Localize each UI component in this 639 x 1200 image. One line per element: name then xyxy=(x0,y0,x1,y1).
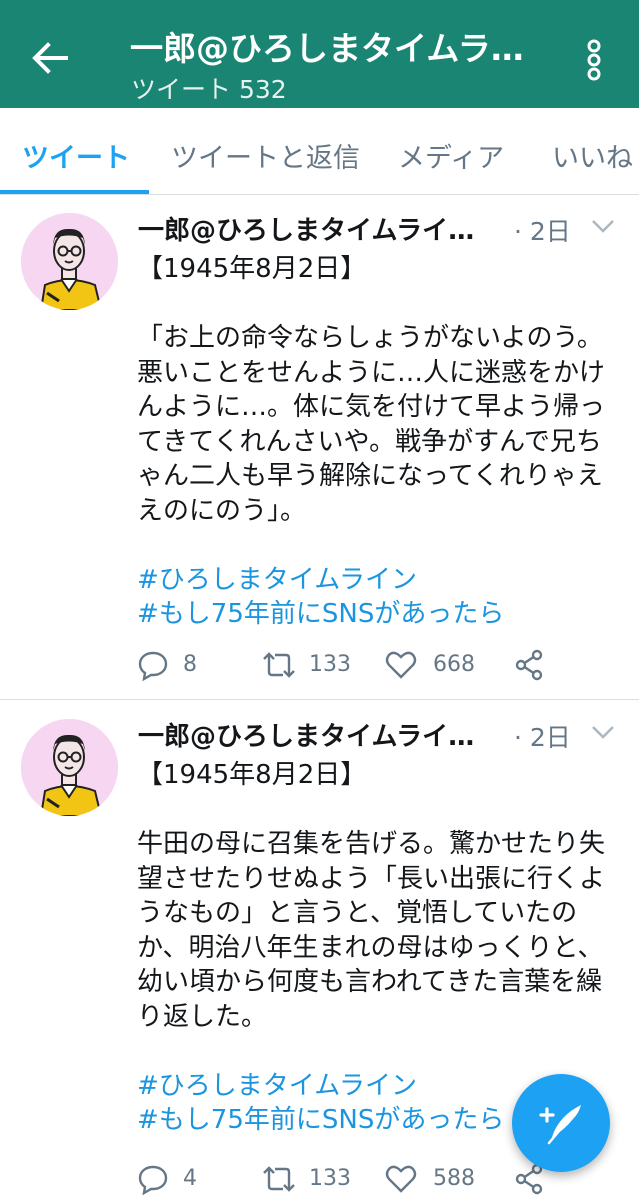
compose-tweet-button[interactable] xyxy=(512,1074,610,1172)
tab-tweets-and-replies[interactable]: ツイートと返信 xyxy=(171,136,360,175)
tweet-author[interactable]: 一郎@ひろしまタイムライン … xyxy=(138,716,488,753)
more-vertical-icon[interactable] xyxy=(578,38,610,82)
hashtag-link[interactable]: #もし75年前にSNSがあったら xyxy=(137,597,617,632)
profile-title: 一郎@ひろしまタイムラ… xyxy=(130,29,524,68)
share-icon xyxy=(515,649,543,681)
tweet-body: 【1945年8月2日】 「お上の命令ならしょうがないよのう。悪いことをせんように… xyxy=(137,252,617,632)
profile-tabs: ツイート ツイートと返信 メディア いいね xyxy=(0,108,639,195)
chevron-down-icon[interactable] xyxy=(590,217,616,235)
tweet-text: 「お上の命令ならしょうがないよのう。悪いことをせんように…人に迷惑をかけんように… xyxy=(137,323,606,526)
tweet-count: ツイート 532 xyxy=(131,75,287,104)
reply-icon xyxy=(138,1165,168,1195)
tweet-date-line: 【1945年8月2日】 xyxy=(137,760,367,790)
retweet-icon xyxy=(263,652,295,678)
retweet-icon xyxy=(263,1166,295,1192)
tweet-time: · 2日 xyxy=(514,723,571,752)
like-count: 588 xyxy=(433,1166,475,1191)
retweet-count: 133 xyxy=(309,652,351,677)
avatar[interactable] xyxy=(21,213,118,310)
reply-count: 4 xyxy=(183,1166,197,1191)
tweet-time: · 2日 xyxy=(514,217,571,246)
tab-likes[interactable]: いいね xyxy=(552,136,633,175)
tweet-text: 牛田の母に召集を告げる。驚かせたり失望させたりせぬよう「長い出張に行くようなもの… xyxy=(137,829,606,1032)
reply-icon xyxy=(138,651,168,681)
chevron-down-icon[interactable] xyxy=(590,723,616,741)
heart-icon xyxy=(385,651,417,679)
heart-icon xyxy=(385,1165,417,1193)
tweet-actions: 8 133 668 xyxy=(137,645,617,685)
hashtag-list: #ひろしまタイムライン #もし75年前にSNSがあったら xyxy=(137,563,617,632)
tweet[interactable]: 一郎@ひろしまタイムライン … · 2日 【1945年8月2日】 「お上の命令な… xyxy=(0,195,639,700)
like-count: 668 xyxy=(433,652,475,677)
retweet-count: 133 xyxy=(309,1166,351,1191)
avatar[interactable] xyxy=(21,719,118,816)
tab-tweets[interactable]: ツイート xyxy=(22,136,130,175)
tab-media[interactable]: メディア xyxy=(398,136,504,175)
tweet-date-line: 【1945年8月2日】 xyxy=(137,254,367,284)
hashtag-link[interactable]: #ひろしまタイムライン xyxy=(137,563,617,598)
reply-count: 8 xyxy=(183,652,197,677)
tweet-author[interactable]: 一郎@ひろしまタイムライン … xyxy=(138,210,488,247)
compose-tweet-icon xyxy=(539,1105,581,1145)
app-bar: 一郎@ひろしまタイムラ… ツイート 532 xyxy=(0,0,639,108)
arrow-left-icon[interactable] xyxy=(28,36,72,80)
